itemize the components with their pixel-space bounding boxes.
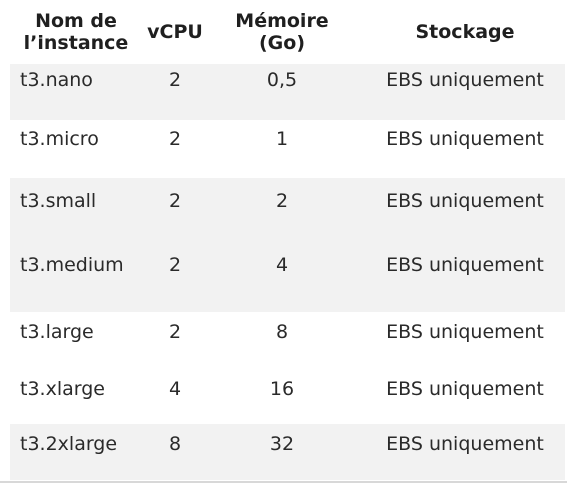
storage-cell: EBS uniquement <box>386 69 544 91</box>
header-instance-name: Nom de l’instance <box>10 0 142 64</box>
header-instance-name-label: Nom de l’instance <box>23 10 129 54</box>
header-memory: Mémoire (Go) <box>220 0 344 64</box>
vcpu-cell: 2 <box>168 128 182 150</box>
table-row: t3.micro 2 1 EBS uniquement <box>10 122 565 178</box>
table-bottom-border <box>0 481 567 483</box>
vcpu-cell: 8 <box>168 433 182 455</box>
memory-cell: 8 <box>275 321 289 343</box>
vcpu-cell: 4 <box>168 378 182 400</box>
table-row: t3.nano 2 0,5 EBS uniquement <box>10 64 565 120</box>
memory-cell: 4 <box>275 254 289 276</box>
memory-cell: 2 <box>275 190 289 212</box>
vcpu-cell: 2 <box>168 190 182 212</box>
instance-name-cell: t3.nano <box>20 69 93 91</box>
memory-cell: 1 <box>275 128 289 150</box>
vcpu-cell: 2 <box>168 69 182 91</box>
table-row: t3.medium 2 4 EBS uniquement <box>10 246 565 312</box>
table-row: t3.xlarge 4 16 EBS uniquement <box>10 366 565 424</box>
storage-cell: EBS uniquement <box>386 321 544 343</box>
storage-cell: EBS uniquement <box>386 128 544 150</box>
memory-cell: 16 <box>269 378 295 400</box>
storage-cell: EBS uniquement <box>386 378 544 400</box>
memory-cell: 0,5 <box>266 69 298 91</box>
vcpu-cell: 2 <box>168 254 182 276</box>
vcpu-cell: 2 <box>168 321 182 343</box>
instance-name-cell: t3.medium <box>20 254 124 276</box>
instance-name-cell: t3.2xlarge <box>20 433 118 455</box>
storage-cell: EBS uniquement <box>386 190 544 212</box>
header-vcpu: vCPU <box>142 0 208 64</box>
storage-cell: EBS uniquement <box>386 254 544 276</box>
header-memory-label: Mémoire (Go) <box>235 10 329 54</box>
instance-name-cell: t3.small <box>20 190 97 212</box>
storage-cell: EBS uniquement <box>386 433 544 455</box>
table-row: t3.2xlarge 8 32 EBS uniquement <box>10 424 565 480</box>
table-header: Nom de l’instance vCPU Mémoire (Go) Stoc… <box>10 0 565 64</box>
header-vcpu-label: vCPU <box>147 21 203 43</box>
table-row: t3.large 2 8 EBS uniquement <box>10 312 565 366</box>
header-storage: Stockage <box>370 0 560 64</box>
header-storage-label: Stockage <box>415 21 515 43</box>
instance-table: Nom de l’instance vCPU Mémoire (Go) Stoc… <box>10 0 565 480</box>
table-row: t3.small 2 2 EBS uniquement <box>10 178 565 246</box>
memory-cell: 32 <box>269 433 295 455</box>
instance-name-cell: t3.xlarge <box>20 378 105 400</box>
instance-name-cell: t3.large <box>20 321 94 343</box>
instance-name-cell: t3.micro <box>20 128 99 150</box>
